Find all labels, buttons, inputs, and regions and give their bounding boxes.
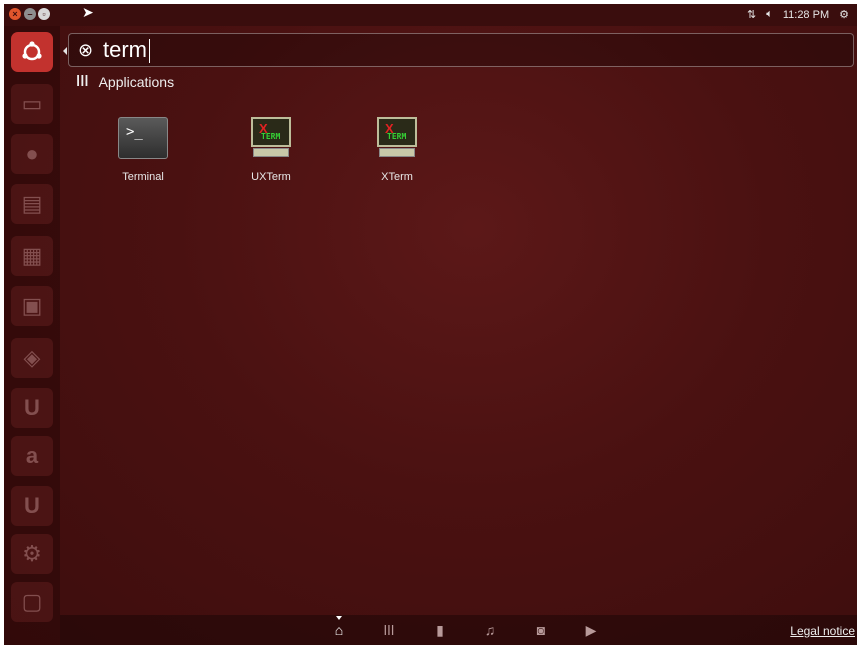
launcher-ubuntu-one-icon[interactable]: U — [11, 388, 53, 428]
category-header-applications[interactable]: ǀǀǀ Applications — [76, 73, 174, 90]
active-lens-indicator-icon — [336, 616, 342, 620]
launcher-impress-icon[interactable]: ▣ — [11, 286, 53, 326]
minimize-icon: – — [27, 9, 33, 19]
launcher-ubuntu-one-music-icon[interactable]: U — [11, 486, 53, 526]
launcher-software-center-icon[interactable]: ◈ — [11, 338, 53, 378]
dash-home-button[interactable] — [11, 32, 53, 72]
category-label: Applications — [98, 73, 175, 90]
gear-icon[interactable]: ⚙ — [839, 8, 849, 21]
mouse-pointer-icon: ➤ — [82, 4, 94, 20]
lens-bar: ⌂ ǀǀǀ ▮ ♫ ◙ ▶ Legal notice — [60, 615, 857, 645]
close-icon: × — [12, 9, 18, 19]
app-label: Terminal — [122, 171, 164, 183]
launcher-workspaces-icon[interactable]: ▢ — [11, 582, 53, 622]
app-label: UXTerm — [251, 171, 291, 183]
app-label: XTerm — [381, 171, 413, 183]
home-lens-icon[interactable]: ⌂ — [330, 622, 348, 638]
legal-notice-link[interactable]: Legal notice — [790, 624, 855, 638]
ubuntu-logo-icon — [22, 41, 42, 61]
launcher-amazon-icon[interactable]: a — [11, 436, 53, 476]
applications-lens-icon[interactable]: ǀǀǀ — [380, 622, 398, 638]
launcher: ▭ ● ▤ ▦ ▣ ◈ U a U ⚙ ▢ — [4, 26, 60, 645]
text-caret — [149, 39, 150, 64]
launcher-calc-icon[interactable]: ▦ — [11, 236, 53, 276]
maximize-button[interactable]: ▫ — [38, 8, 50, 20]
search-query-text: term — [103, 37, 147, 62]
photos-lens-icon[interactable]: ◙ — [532, 622, 550, 638]
close-button[interactable]: × — [9, 8, 21, 20]
clock[interactable]: 11:28 PM — [783, 9, 829, 21]
top-panel: × – ▫ ➤ ⇅ 🔈︎ 11:28 PM ⚙ — [4, 4, 857, 26]
app-result-xterm[interactable]: X TERM XTerm — [352, 117, 442, 183]
launcher-firefox-icon[interactable]: ● — [11, 134, 53, 174]
unity-dash-screen: × – ▫ ➤ ⇅ 🔈︎ 11:28 PM ⚙ ▭ ● ▤ ▦ ▣ ◈ U a … — [4, 4, 857, 645]
minimize-button[interactable]: – — [24, 8, 36, 20]
app-result-uxterm[interactable]: X TERM UXTerm — [226, 117, 316, 183]
clear-search-icon[interactable]: ⊗ — [78, 39, 93, 61]
xterm-icon: X TERM — [377, 117, 417, 159]
maximize-icon: ▫ — [42, 9, 46, 19]
network-updown-icon[interactable]: ⇅ — [747, 8, 756, 21]
uxterm-icon: X TERM — [251, 117, 291, 159]
app-result-terminal[interactable]: >_ Terminal — [98, 117, 188, 183]
indicator-tray: ⇅ 🔈︎ 11:28 PM ⚙ — [747, 8, 849, 21]
launcher-settings-icon[interactable]: ⚙ — [11, 534, 53, 574]
terminal-icon: >_ — [118, 117, 168, 159]
active-launcher-arrow-icon — [63, 47, 67, 55]
speaker-icon[interactable]: 🔈︎ — [766, 8, 773, 21]
dash-search-input[interactable]: ⊗ term — [68, 33, 854, 67]
music-lens-icon[interactable]: ♫ — [481, 622, 499, 638]
applications-lens-icon: ǀǀǀ — [76, 73, 89, 90]
launcher-writer-icon[interactable]: ▤ — [11, 184, 53, 224]
video-lens-icon[interactable]: ▶ — [582, 622, 600, 638]
launcher-files-icon[interactable]: ▭ — [11, 84, 53, 124]
files-lens-icon[interactable]: ▮ — [431, 622, 449, 638]
